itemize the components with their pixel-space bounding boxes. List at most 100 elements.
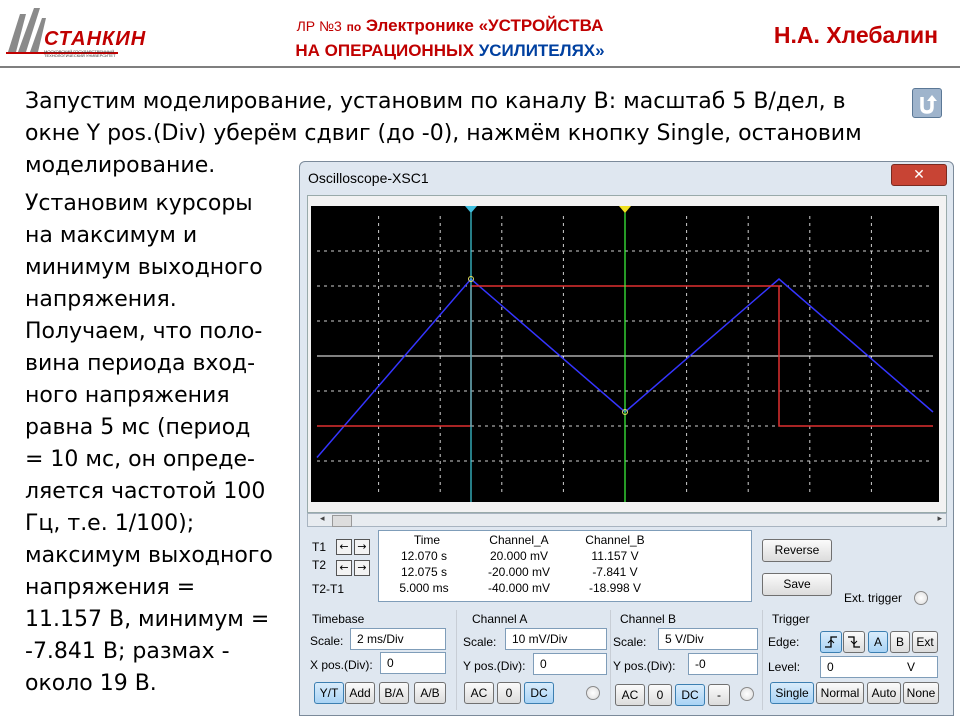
channel-b-ypos-field[interactable]: -0 xyxy=(688,653,758,675)
t1-right-arrow-icon[interactable]: → xyxy=(354,539,370,555)
header-channel-b: Channel_B xyxy=(585,533,645,547)
channel-b-scale-label: Scale: xyxy=(613,635,647,649)
falling-edge-icon xyxy=(848,636,860,648)
lab-number: ЛР №3 xyxy=(296,18,342,34)
ext-trigger-radio[interactable] xyxy=(914,591,928,605)
side-line: = 10 мс, он опреде- xyxy=(25,447,255,472)
t1-label: T1 xyxy=(312,540,327,554)
side-line: напряжения = xyxy=(25,575,196,600)
channel-b-radio[interactable] xyxy=(740,687,754,701)
channel-b-zero-button[interactable]: 0 xyxy=(648,684,672,706)
group-divider xyxy=(610,610,611,710)
lab-title-part1: Электронике «УСТРОЙСТВА xyxy=(365,16,604,35)
channel-a-ypos-label: Y pos.(Div): xyxy=(463,659,526,673)
logo-subtitle: МОСКОВСКИЙ ГОСУДАРСТВЕННЫЙ ТЕХНОЛОГИЧЕСК… xyxy=(44,49,116,58)
rising-edge-icon xyxy=(825,636,837,648)
channel-b-ypos-label: Y pos.(Div): xyxy=(613,659,676,673)
timebase-scale-field[interactable]: 2 ms/Div xyxy=(350,628,446,650)
edge-falling-button[interactable] xyxy=(843,631,865,653)
channel-a-ypos-field[interactable]: 0 xyxy=(533,653,607,675)
t1-time: 12.070 s xyxy=(400,549,448,563)
trigger-level-label: Level: xyxy=(768,660,801,674)
oscilloscope-screen xyxy=(311,206,939,502)
author-name: Н.А. Хлебалин xyxy=(773,22,938,48)
side-line: 11.157 В, минимум = xyxy=(25,607,270,632)
lab-title: ЛР №3 по Электронике «УСТРОЙСТВА НА ОПЕР… xyxy=(250,14,650,63)
side-line: Гц, т.е. 1/100); xyxy=(25,511,195,536)
trigger-normal-button[interactable]: Normal xyxy=(816,682,864,704)
logo-text: СТАНКИН xyxy=(44,28,147,50)
trigger-single-button[interactable]: Single xyxy=(770,682,814,704)
t2-channel-b: -7.841 V xyxy=(592,565,638,579)
edge-rising-button[interactable] xyxy=(820,631,842,653)
reverse-button[interactable]: Reverse xyxy=(762,539,832,562)
trigger-ext-button[interactable]: Ext xyxy=(912,631,938,653)
mode-ba-button[interactable]: B/A xyxy=(379,682,409,704)
channel-a-scale-label: Scale: xyxy=(463,635,497,649)
timebase-title: Timebase xyxy=(312,612,365,626)
side-line: ного напряжения xyxy=(25,383,230,408)
header-divider xyxy=(0,66,960,68)
side-line: около 19 В. xyxy=(25,671,157,696)
channel-a-scale-field[interactable]: 10 mV/Div xyxy=(505,628,607,650)
trigger-level-value: 0 xyxy=(827,660,834,674)
delta-channel-b: -18.998 V xyxy=(588,581,642,595)
channel-b-invert-button[interactable]: - xyxy=(708,684,730,706)
mode-yt-button[interactable]: Y/T xyxy=(314,682,344,704)
trigger-b-button[interactable]: B xyxy=(890,631,910,653)
trigger-auto-button[interactable]: Auto xyxy=(867,682,901,704)
cursor-readout-table: Time Channel_A Channel_B 12.070 s 20.000… xyxy=(378,530,752,602)
trigger-level-unit: V xyxy=(907,660,916,674)
timebase-xpos-label: X pos.(Div): xyxy=(310,658,373,672)
side-line: напряжения. xyxy=(25,287,177,312)
channel-a-zero-button[interactable]: 0 xyxy=(497,682,521,704)
side-line: вина периода вход- xyxy=(25,351,256,376)
side-line: Установим курсоры xyxy=(25,191,253,216)
trigger-a-button[interactable]: A xyxy=(868,631,888,653)
lab-title-part2a: НА ОПЕРАЦИОННЫХ xyxy=(295,41,474,60)
scroll-right-icon[interactable]: ▸ xyxy=(937,514,942,524)
mode-ab-button[interactable]: A/B xyxy=(414,682,446,704)
t2-left-arrow-icon[interactable]: ← xyxy=(336,560,352,576)
channel-b-dc-button[interactable]: DC xyxy=(675,684,705,706)
channel-a-title: Channel A xyxy=(472,612,528,626)
t1-left-arrow-icon[interactable]: ← xyxy=(336,539,352,555)
scroll-left-icon[interactable]: ◂ xyxy=(320,514,325,524)
t1-channel-a: 20.000 mV xyxy=(489,549,549,563)
close-button[interactable]: ✕ xyxy=(891,164,947,186)
delta-time: 5.000 ms xyxy=(399,581,449,595)
t2-channel-a: -20.000 mV xyxy=(487,565,551,579)
intro-line: окне Y pos.(Div) уберём сдвиг (до -0), н… xyxy=(25,121,862,146)
side-line: -7.841 В; размах - xyxy=(25,639,230,664)
side-line: Получаем, что поло- xyxy=(25,319,263,344)
window-title: Oscilloscope-XSC1 xyxy=(308,170,429,186)
group-divider xyxy=(762,610,763,710)
oscilloscope-window: Oscilloscope-XSC1 ✕ ◂ ▸ T1 ← → T2 ← → T2… xyxy=(299,161,954,716)
t2-right-arrow-icon[interactable]: → xyxy=(354,560,370,576)
scroll-thumb[interactable] xyxy=(332,515,352,527)
intro-line: Запустим моделирование, установим по кан… xyxy=(25,89,846,114)
screen-scrollbar[interactable]: ◂ ▸ xyxy=(307,513,947,527)
timebase-xpos-field[interactable]: 0 xyxy=(380,652,446,674)
header-channel-a: Channel_A xyxy=(489,533,549,547)
trigger-none-button[interactable]: None xyxy=(903,682,939,704)
lab-title-part2b: УСИЛИТЕЛЯХ» xyxy=(478,41,605,60)
channel-a-radio[interactable] xyxy=(586,686,600,700)
channel-b-scale-field[interactable]: 5 V/Div xyxy=(658,628,758,650)
trigger-edge-label: Edge: xyxy=(768,635,800,649)
t1-channel-b: 11.157 V xyxy=(591,549,639,563)
save-button[interactable]: Save xyxy=(762,573,832,596)
side-line: минимум выходного xyxy=(25,255,263,280)
lab-po: по xyxy=(346,20,362,34)
side-line: ляется частотой 100 xyxy=(25,479,266,504)
trigger-title: Trigger xyxy=(772,612,810,626)
trigger-level-field[interactable]: 0 V xyxy=(820,656,938,678)
mode-add-button[interactable]: Add xyxy=(345,682,375,704)
side-line: максимум выходного xyxy=(25,543,273,568)
channel-b-ac-button[interactable]: AC xyxy=(615,684,645,706)
stankin-logo: СТАНКИН МОСКОВСКИЙ ГОСУДАРСТВЕННЫЙ ТЕХНО… xyxy=(4,4,145,60)
channel-a-dc-button[interactable]: DC xyxy=(524,682,554,704)
channel-a-ac-button[interactable]: AC xyxy=(464,682,494,704)
delta-channel-a: -40.000 mV xyxy=(487,581,551,595)
group-divider xyxy=(456,610,457,710)
